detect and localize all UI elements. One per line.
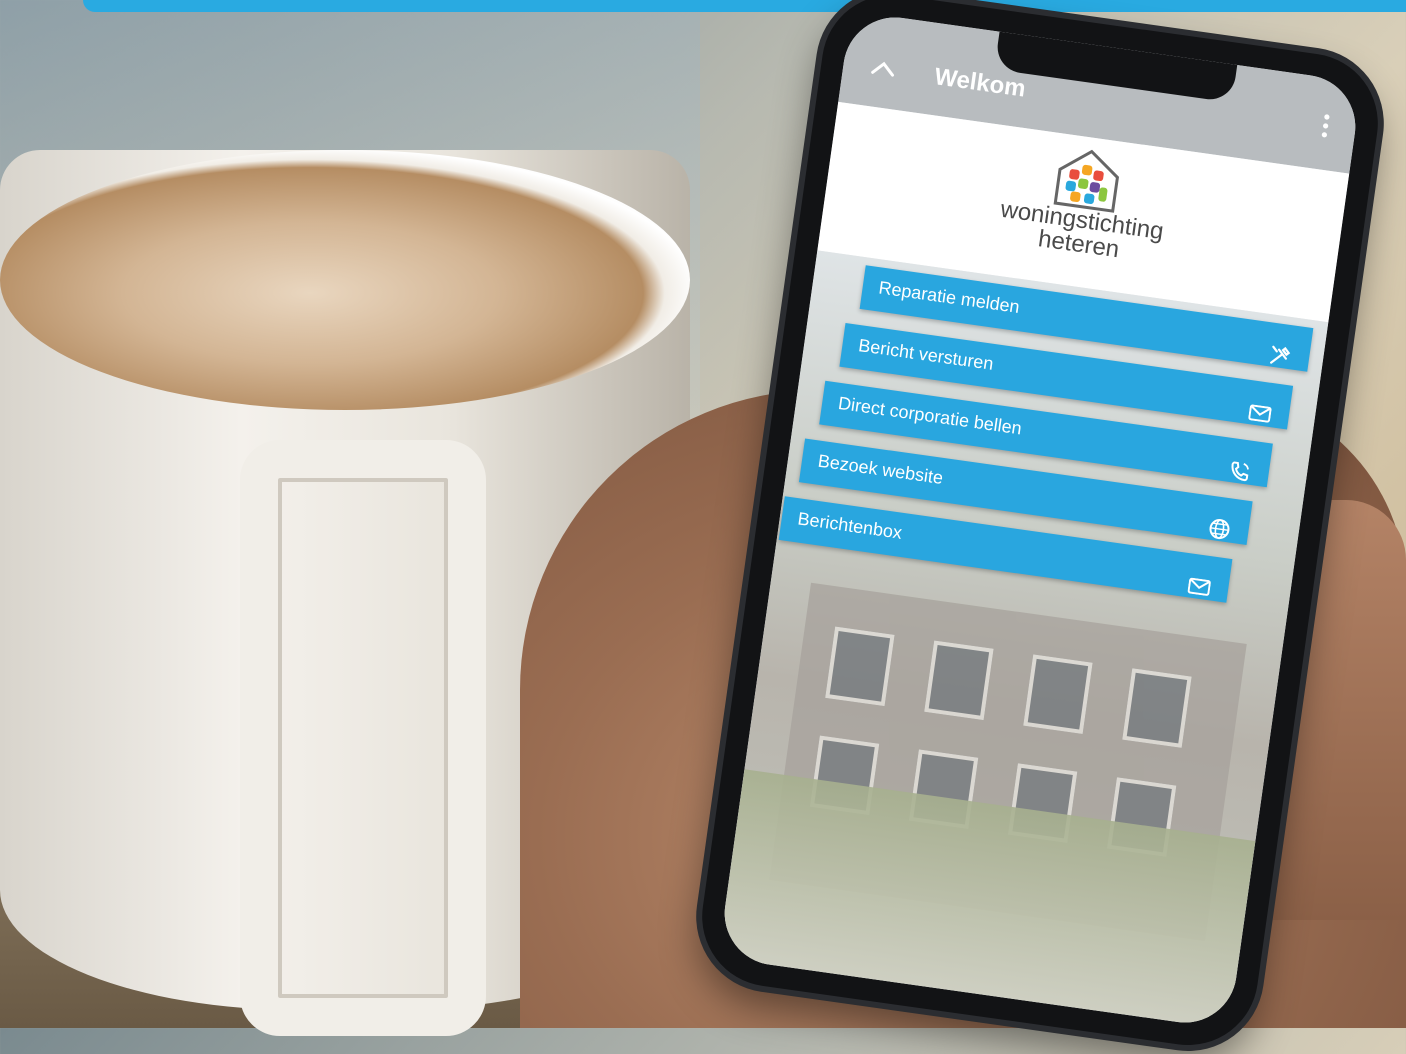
mail-icon bbox=[1185, 575, 1214, 598]
window bbox=[924, 640, 994, 721]
window bbox=[825, 626, 895, 707]
phone-screen: Welkom woningstichting heteren Reparatie… bbox=[717, 10, 1363, 1030]
menu-item-label: Bezoek website bbox=[816, 450, 945, 488]
menu-item-label: Bericht versturen bbox=[857, 335, 995, 374]
window bbox=[1122, 668, 1192, 748]
tools-icon bbox=[1266, 344, 1295, 367]
globe-icon bbox=[1205, 517, 1234, 540]
coffee-surface bbox=[0, 150, 690, 410]
more-vert-icon[interactable] bbox=[1319, 112, 1332, 146]
chevron-up-icon[interactable] bbox=[867, 54, 899, 86]
mail-icon bbox=[1246, 402, 1275, 425]
menu-item-label: Berichtenbox bbox=[796, 508, 904, 543]
mug-handle bbox=[240, 440, 486, 1036]
brand-top-bar bbox=[83, 0, 1406, 12]
menu-item-label: Direct corporatie bellen bbox=[836, 392, 1024, 439]
menu-item-label: Reparatie melden bbox=[877, 277, 1021, 317]
window bbox=[1023, 654, 1093, 735]
phone-icon bbox=[1225, 460, 1254, 483]
